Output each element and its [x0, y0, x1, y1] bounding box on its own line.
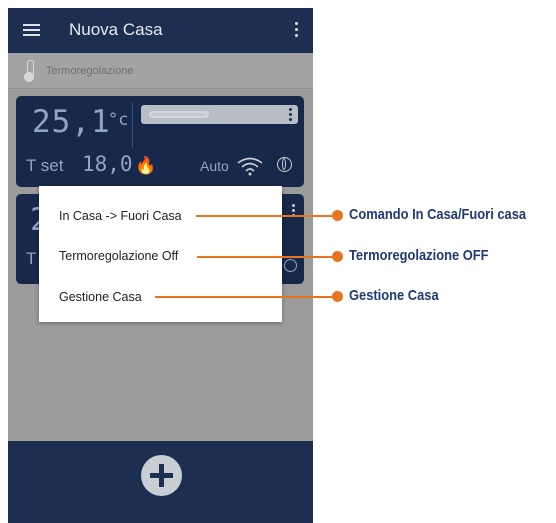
divider — [132, 102, 133, 148]
popup-menu: In Casa -> Fuori Casa Termoregolazione O… — [39, 186, 282, 322]
section-label: Termoregolazione — [46, 65, 134, 77]
app-title: Nuova Casa — [69, 20, 163, 39]
section-header: Termoregolazione — [8, 53, 313, 89]
callout-label-1: Comando In Casa/Fuori casa — [349, 206, 527, 223]
plus-icon-stroke — [159, 464, 164, 487]
thermometer-icon — [24, 60, 34, 82]
temperature-unit: °c — [108, 110, 129, 130]
menu-item-in-casa-fuori-casa[interactable]: In Casa -> Fuori Casa — [59, 209, 182, 223]
app-bar: Nuova Casa — [8, 8, 313, 53]
callout-label-2: Termoregolazione OFF — [349, 247, 489, 264]
zone-kebab-icon[interactable] — [289, 108, 292, 123]
tset-label-2: T — [26, 249, 37, 268]
menu-icon[interactable] — [23, 24, 40, 36]
globe-icon — [277, 157, 292, 172]
callout-line-2 — [197, 256, 338, 258]
wifi-icon — [237, 157, 263, 176]
callout-line-3 — [155, 296, 338, 298]
callout-dot-1 — [332, 210, 343, 221]
blurred-zone-name-detail — [151, 113, 205, 116]
current-temperature: 25,1 — [32, 104, 111, 140]
add-button[interactable] — [141, 455, 182, 496]
zone-name-field[interactable] — [141, 105, 298, 124]
menu-item-gestione-casa[interactable]: Gestione Casa — [59, 290, 142, 304]
flame-icon: 🔥 — [135, 156, 157, 175]
bottom-bar — [8, 441, 313, 523]
callout-line-1 — [196, 215, 338, 217]
tset-value: 18,0 — [82, 152, 133, 176]
mode-label: Auto — [200, 158, 229, 174]
callout-dot-2 — [332, 251, 343, 262]
callout-label-3: Gestione Casa — [349, 287, 439, 304]
callout-dot-3 — [332, 291, 343, 302]
menu-item-termoregolazione-off[interactable]: Termoregolazione Off — [59, 249, 178, 263]
globe-icon-2 — [284, 259, 297, 272]
thermostat-card[interactable]: 25,1 °c T set 18,0 🔥 Auto — [16, 96, 304, 187]
kebab-menu-icon[interactable] — [295, 22, 299, 40]
tset-label: T set — [26, 156, 64, 175]
